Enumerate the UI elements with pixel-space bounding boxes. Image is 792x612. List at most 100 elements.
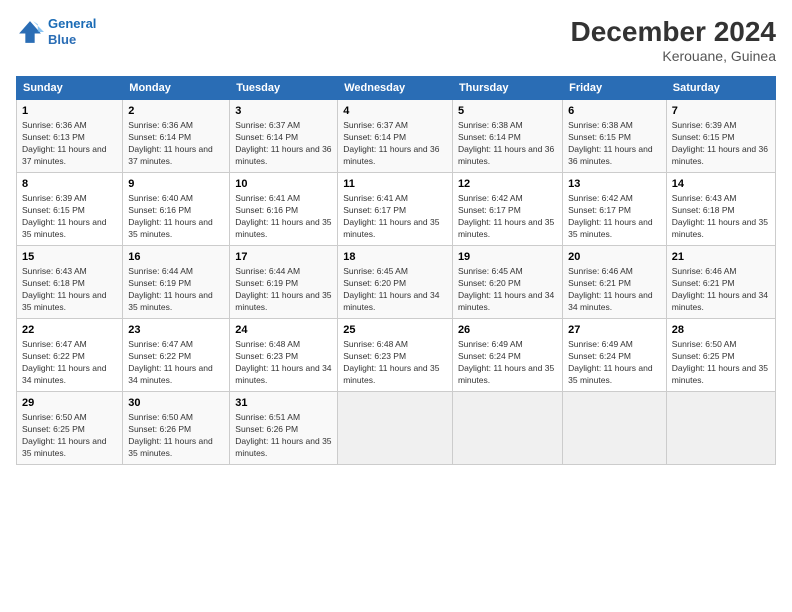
- day-number: 2: [128, 104, 224, 119]
- week-row-5: 29Sunrise: 6:50 AMSunset: 6:25 PMDayligh…: [17, 391, 776, 464]
- day-info: Sunrise: 6:37 AMSunset: 6:14 PMDaylight:…: [235, 120, 332, 168]
- day-info: Sunrise: 6:43 AMSunset: 6:18 PMDaylight:…: [22, 266, 117, 314]
- day-number: 9: [128, 177, 224, 192]
- day-number: 11: [343, 177, 447, 192]
- title-block: December 2024 Kerouane, Guinea: [571, 16, 776, 64]
- day-number: 21: [672, 250, 770, 265]
- day-info: Sunrise: 6:48 AMSunset: 6:23 PMDaylight:…: [235, 339, 332, 387]
- day-cell: 30Sunrise: 6:50 AMSunset: 6:26 PMDayligh…: [123, 391, 230, 464]
- day-info: Sunrise: 6:47 AMSunset: 6:22 PMDaylight:…: [22, 339, 117, 387]
- day-number: 18: [343, 250, 447, 265]
- day-number: 19: [458, 250, 557, 265]
- header-row: SundayMondayTuesdayWednesdayThursdayFrid…: [17, 77, 776, 100]
- week-row-3: 15Sunrise: 6:43 AMSunset: 6:18 PMDayligh…: [17, 245, 776, 318]
- col-header-saturday: Saturday: [666, 77, 775, 100]
- day-cell: 19Sunrise: 6:45 AMSunset: 6:20 PMDayligh…: [452, 245, 562, 318]
- day-number: 22: [22, 323, 117, 338]
- day-cell: 5Sunrise: 6:38 AMSunset: 6:14 PMDaylight…: [452, 100, 562, 173]
- day-info: Sunrise: 6:39 AMSunset: 6:15 PMDaylight:…: [672, 120, 770, 168]
- day-info: Sunrise: 6:43 AMSunset: 6:18 PMDaylight:…: [672, 193, 770, 241]
- day-info: Sunrise: 6:50 AMSunset: 6:25 PMDaylight:…: [22, 412, 117, 460]
- day-number: 14: [672, 177, 770, 192]
- week-row-1: 1Sunrise: 6:36 AMSunset: 6:13 PMDaylight…: [17, 100, 776, 173]
- day-cell: [563, 391, 667, 464]
- calendar-table: SundayMondayTuesdayWednesdayThursdayFrid…: [16, 76, 776, 465]
- day-number: 6: [568, 104, 661, 119]
- day-number: 20: [568, 250, 661, 265]
- day-info: Sunrise: 6:50 AMSunset: 6:26 PMDaylight:…: [128, 412, 224, 460]
- day-cell: 1Sunrise: 6:36 AMSunset: 6:13 PMDaylight…: [17, 100, 123, 173]
- day-number: 25: [343, 323, 447, 338]
- col-header-tuesday: Tuesday: [230, 77, 338, 100]
- day-number: 7: [672, 104, 770, 119]
- logo: General Blue: [16, 16, 96, 47]
- col-header-friday: Friday: [563, 77, 667, 100]
- day-info: Sunrise: 6:47 AMSunset: 6:22 PMDaylight:…: [128, 339, 224, 387]
- day-info: Sunrise: 6:49 AMSunset: 6:24 PMDaylight:…: [568, 339, 661, 387]
- day-cell: 23Sunrise: 6:47 AMSunset: 6:22 PMDayligh…: [123, 318, 230, 391]
- week-row-2: 8Sunrise: 6:39 AMSunset: 6:15 PMDaylight…: [17, 172, 776, 245]
- day-number: 1: [22, 104, 117, 119]
- day-cell: 25Sunrise: 6:48 AMSunset: 6:23 PMDayligh…: [338, 318, 453, 391]
- day-cell: 6Sunrise: 6:38 AMSunset: 6:15 PMDaylight…: [563, 100, 667, 173]
- day-number: 12: [458, 177, 557, 192]
- day-info: Sunrise: 6:37 AMSunset: 6:14 PMDaylight:…: [343, 120, 447, 168]
- day-number: 15: [22, 250, 117, 265]
- day-info: Sunrise: 6:39 AMSunset: 6:15 PMDaylight:…: [22, 193, 117, 241]
- col-header-wednesday: Wednesday: [338, 77, 453, 100]
- day-number: 29: [22, 396, 117, 411]
- day-cell: 11Sunrise: 6:41 AMSunset: 6:17 PMDayligh…: [338, 172, 453, 245]
- day-cell: 15Sunrise: 6:43 AMSunset: 6:18 PMDayligh…: [17, 245, 123, 318]
- day-cell: 14Sunrise: 6:43 AMSunset: 6:18 PMDayligh…: [666, 172, 775, 245]
- day-cell: 10Sunrise: 6:41 AMSunset: 6:16 PMDayligh…: [230, 172, 338, 245]
- day-info: Sunrise: 6:40 AMSunset: 6:16 PMDaylight:…: [128, 193, 224, 241]
- day-info: Sunrise: 6:38 AMSunset: 6:15 PMDaylight:…: [568, 120, 661, 168]
- day-cell: 28Sunrise: 6:50 AMSunset: 6:25 PMDayligh…: [666, 318, 775, 391]
- day-number: 4: [343, 104, 447, 119]
- day-number: 26: [458, 323, 557, 338]
- day-info: Sunrise: 6:44 AMSunset: 6:19 PMDaylight:…: [235, 266, 332, 314]
- day-cell: 16Sunrise: 6:44 AMSunset: 6:19 PMDayligh…: [123, 245, 230, 318]
- main-title: December 2024: [571, 16, 776, 48]
- subtitle: Kerouane, Guinea: [571, 48, 776, 64]
- day-info: Sunrise: 6:42 AMSunset: 6:17 PMDaylight:…: [458, 193, 557, 241]
- day-cell: 20Sunrise: 6:46 AMSunset: 6:21 PMDayligh…: [563, 245, 667, 318]
- day-info: Sunrise: 6:51 AMSunset: 6:26 PMDaylight:…: [235, 412, 332, 460]
- day-cell: [666, 391, 775, 464]
- day-number: 30: [128, 396, 224, 411]
- day-info: Sunrise: 6:44 AMSunset: 6:19 PMDaylight:…: [128, 266, 224, 314]
- logo-icon: [16, 18, 44, 46]
- day-cell: 3Sunrise: 6:37 AMSunset: 6:14 PMDaylight…: [230, 100, 338, 173]
- day-number: 10: [235, 177, 332, 192]
- page: General Blue December 2024 Kerouane, Gui…: [0, 0, 792, 612]
- day-number: 28: [672, 323, 770, 338]
- day-info: Sunrise: 6:50 AMSunset: 6:25 PMDaylight:…: [672, 339, 770, 387]
- day-cell: 12Sunrise: 6:42 AMSunset: 6:17 PMDayligh…: [452, 172, 562, 245]
- col-header-monday: Monday: [123, 77, 230, 100]
- day-cell: 24Sunrise: 6:48 AMSunset: 6:23 PMDayligh…: [230, 318, 338, 391]
- day-cell: 13Sunrise: 6:42 AMSunset: 6:17 PMDayligh…: [563, 172, 667, 245]
- day-info: Sunrise: 6:36 AMSunset: 6:14 PMDaylight:…: [128, 120, 224, 168]
- day-cell: 9Sunrise: 6:40 AMSunset: 6:16 PMDaylight…: [123, 172, 230, 245]
- day-info: Sunrise: 6:49 AMSunset: 6:24 PMDaylight:…: [458, 339, 557, 387]
- day-number: 5: [458, 104, 557, 119]
- day-number: 31: [235, 396, 332, 411]
- day-info: Sunrise: 6:45 AMSunset: 6:20 PMDaylight:…: [343, 266, 447, 314]
- day-number: 23: [128, 323, 224, 338]
- day-info: Sunrise: 6:41 AMSunset: 6:16 PMDaylight:…: [235, 193, 332, 241]
- day-cell: 18Sunrise: 6:45 AMSunset: 6:20 PMDayligh…: [338, 245, 453, 318]
- day-cell: 22Sunrise: 6:47 AMSunset: 6:22 PMDayligh…: [17, 318, 123, 391]
- day-cell: 21Sunrise: 6:46 AMSunset: 6:21 PMDayligh…: [666, 245, 775, 318]
- col-header-sunday: Sunday: [17, 77, 123, 100]
- day-cell: [452, 391, 562, 464]
- header: General Blue December 2024 Kerouane, Gui…: [16, 16, 776, 64]
- day-number: 27: [568, 323, 661, 338]
- day-cell: 31Sunrise: 6:51 AMSunset: 6:26 PMDayligh…: [230, 391, 338, 464]
- day-info: Sunrise: 6:45 AMSunset: 6:20 PMDaylight:…: [458, 266, 557, 314]
- col-header-thursday: Thursday: [452, 77, 562, 100]
- day-info: Sunrise: 6:42 AMSunset: 6:17 PMDaylight:…: [568, 193, 661, 241]
- day-info: Sunrise: 6:46 AMSunset: 6:21 PMDaylight:…: [568, 266, 661, 314]
- day-number: 8: [22, 177, 117, 192]
- day-cell: 27Sunrise: 6:49 AMSunset: 6:24 PMDayligh…: [563, 318, 667, 391]
- day-number: 3: [235, 104, 332, 119]
